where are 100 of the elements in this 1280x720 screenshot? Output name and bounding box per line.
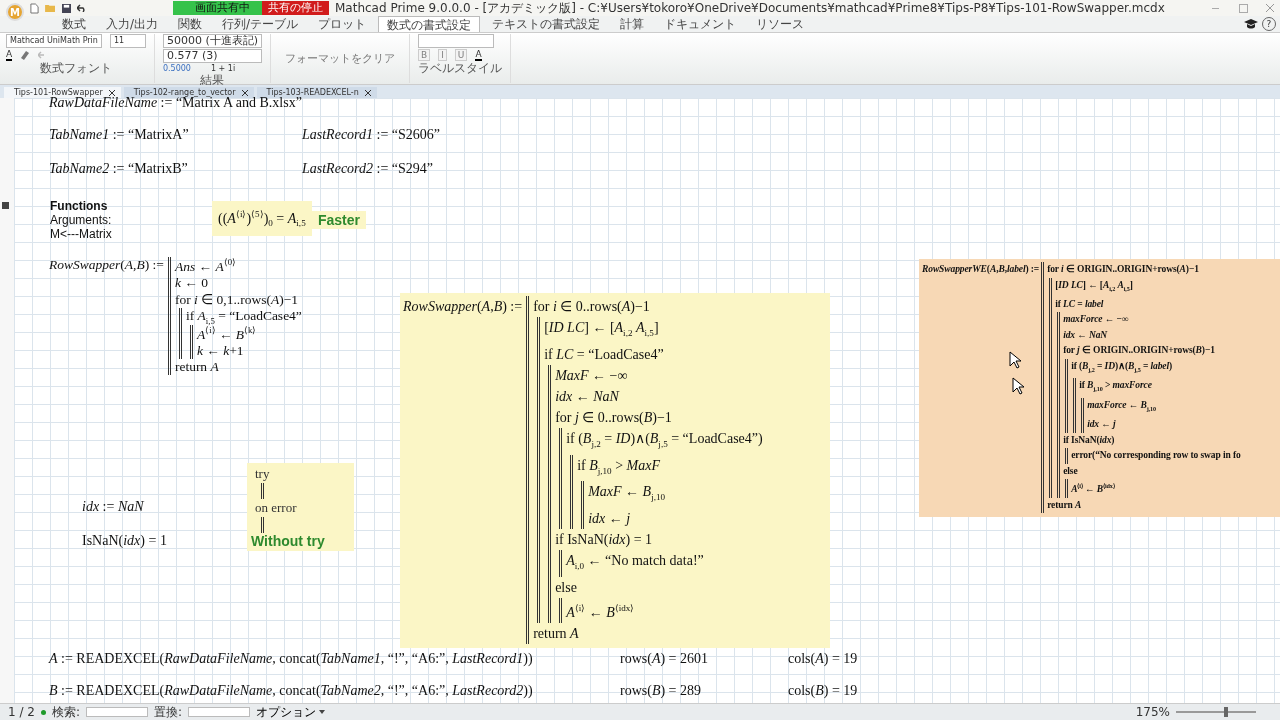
highlight-icon[interactable]: [20, 50, 31, 60]
save-icon[interactable]: [62, 3, 71, 13]
zoom-level: 175%: [1135, 705, 1170, 719]
program-line: idx ← NaN: [555, 387, 619, 406]
close-icon[interactable]: [241, 89, 248, 96]
program-line: maxForce ← −∞: [1063, 313, 1129, 327]
precision-dropdown[interactable]: 0.577 (3): [162, 49, 262, 63]
ribbon-tab[interactable]: 入力/出力: [98, 16, 167, 32]
program-line: MaxF ← −∞: [555, 366, 628, 385]
program-line: [ID LC] ← [A$_{i,2}$ A$_{i,5}$]: [544, 319, 659, 340]
program-line: return A: [174, 358, 219, 375]
math-expression: LastRecord1 := “S2606”: [302, 127, 441, 143]
new-file-icon[interactable]: [30, 2, 39, 14]
program-line: for i ∈ 0,1..rows(A)−1: [174, 290, 298, 308]
function-definition: RowSwapper(A,B) :=: [49, 257, 164, 273]
document-tab[interactable]: Tips-103-READEXCEL-n: [256, 87, 377, 98]
find-label: 検索:: [51, 703, 80, 720]
caret-icon: [319, 710, 326, 714]
replace-field[interactable]: [188, 707, 251, 717]
program-line: A$^{⟨i⟩}$ ← B$^{⟨idx⟩}$: [566, 602, 635, 622]
program-line: maxForce ← B$_{j,10}$: [1087, 398, 1157, 414]
program-line: if B$_{j,10}$ > maxForce: [1079, 379, 1152, 395]
function-definition: RowSwapper(A,B) :=: [403, 298, 523, 316]
maximize-icon[interactable]: [1239, 3, 1248, 13]
math-expression: LastRecord2 := “S294”: [302, 161, 434, 177]
program-line: else: [555, 579, 577, 597]
mouse-cursor-icon: [1009, 351, 1021, 369]
folder-icon[interactable]: [45, 3, 56, 13]
document-tab[interactable]: Tips-101-RowSwapper: [4, 87, 121, 98]
program-line: idx ← j: [1087, 418, 1116, 432]
stop-sharing-button[interactable]: 共有の停止: [262, 1, 329, 15]
replace-label: 置換:: [154, 703, 183, 720]
ribbon-tab[interactable]: 数式の書式設定: [378, 16, 481, 32]
undo-icon[interactable]: [77, 4, 87, 12]
text-line: M<---Matrix: [50, 227, 112, 241]
program-line: if (B$_{j,2}$ = ID)∧(B$_{j,5}$ = “LoadCase4”): [566, 429, 763, 451]
math-expression: cols(B) = 19: [788, 683, 858, 699]
find-field[interactable]: [86, 707, 148, 717]
font-dropdown[interactable]: Mathcad UniMath Prin: [6, 34, 102, 48]
page-indicator: 1 / 2: [8, 705, 35, 719]
program-line: [ID LC] ← [A$_{i,2}$ A$_{i,5}$]: [1055, 278, 1133, 294]
close-icon[interactable]: [108, 89, 115, 96]
ribbon-tab[interactable]: プロット: [310, 16, 375, 32]
mouse-cursor-icon: [1012, 377, 1024, 395]
math-expression: A := READEXCEL(RawDataFileName, concat(TabName1, “!”, “A6:”, LastRecord1)): [49, 651, 533, 667]
graduation-cap-icon[interactable]: [1244, 19, 1258, 29]
window-title: Mathcad Prime 9.0.0.0 - [アカデミック版] - C:¥Users¥tokoro¥OneDrive¥Documents¥mathcad¥Prime8¥Tips-P8¥Tips-101-RowSwapper.mcdx: [335, 1, 1165, 15]
math-expression: TabName1 := “MatrixA”: [49, 127, 189, 143]
program-line: Ans ← A$^{⟨0⟩}$: [174, 257, 237, 275]
program-line: if IsNaN(idx): [1063, 433, 1115, 447]
sharing-status: 画面共有中: [173, 1, 262, 15]
program-line: if (B$_{j,2}$ = ID)∧(B$_{j,5}$ = label): [1071, 359, 1173, 375]
slider-thumb[interactable]: [1223, 707, 1228, 717]
document-tab[interactable]: Tips-102-range_to_vector: [123, 87, 254, 98]
math-expression: idx := NaN: [82, 499, 144, 515]
minimize-icon[interactable]: [1212, 7, 1219, 9]
program-line: if B$_{j,10}$ > MaxF: [577, 456, 660, 478]
font-color-button[interactable]: A: [475, 49, 482, 61]
group-label: 結果: [199, 74, 226, 87]
program-line: else: [1063, 464, 1078, 478]
font-size-dropdown[interactable]: 11: [109, 34, 146, 48]
math-expression: ((A$^{⟨i⟩}$)$^{⟨5⟩}$)$_{0}$ = A$_{i,5}$: [212, 201, 312, 237]
ribbon-tab[interactable]: 行列/テーブル: [214, 16, 307, 32]
program-line: MaxF ← B$_{j,10}$: [588, 483, 666, 505]
font-color-button[interactable]: A: [6, 49, 13, 61]
program-line: k ← 0: [174, 274, 208, 291]
math-expression: IsNaN(idx) = 1: [82, 533, 167, 549]
ribbon-tab[interactable]: テキストの書式設定: [484, 16, 609, 32]
program-line: if LC = “LoadCase4”: [544, 345, 664, 364]
label-style-dropdown[interactable]: [418, 34, 494, 48]
options-dropdown[interactable]: オプション: [256, 703, 326, 720]
status-dot: [40, 709, 46, 715]
math-expression: TabName2 := “MatrixB”: [49, 161, 188, 177]
program-line: return A: [533, 624, 579, 643]
math-expression: rows(B) = 289: [620, 683, 701, 699]
result-format-dropdown[interactable]: 50000 (十進表記): [162, 34, 262, 48]
program-line: return A: [1047, 498, 1082, 512]
program-line: A$^{⟨i⟩}$ ← B$^{⟨k⟩}$: [196, 325, 257, 343]
program-line: if LC = label: [1055, 297, 1104, 311]
group-label: 数式フォント: [38, 62, 113, 75]
program-line: k ← k+1: [196, 342, 244, 359]
ribbon-tab[interactable]: 計算: [612, 16, 653, 32]
ribbon-tab[interactable]: 数式: [54, 16, 94, 32]
math-expression: cols(A) = 19: [788, 651, 858, 667]
ribbon-tab[interactable]: 関数: [170, 16, 211, 32]
ribbon-tab[interactable]: ドキュメント: [656, 16, 745, 32]
ribbon-tab[interactable]: リソース: [748, 16, 813, 32]
heading-text: Functions: [50, 199, 109, 213]
program-line: for i ∈ ORIGIN..ORIGIN+rows(A)−1: [1047, 263, 1199, 276]
program-line: error(“No corresponding row to swap in fo: [1071, 449, 1241, 463]
program-line: idx ← j: [588, 510, 631, 529]
function-definition: RowSwapperWE(A,B,label) :=: [922, 263, 1040, 276]
close-icon[interactable]: [364, 89, 371, 96]
clear-format-button[interactable]: フォーマットをクリア: [279, 50, 401, 67]
program-line: A$_{i,0}$ ← “No match data!”: [566, 552, 704, 573]
program-line: if IsNaN(idx) = 1: [555, 531, 653, 550]
program-keyword: on error: [255, 499, 298, 517]
note-text: Faster: [312, 211, 367, 229]
sample-complex: 1 + 1i: [210, 64, 236, 73]
program-line: for i ∈ 0..rows(A)−1: [533, 298, 650, 316]
